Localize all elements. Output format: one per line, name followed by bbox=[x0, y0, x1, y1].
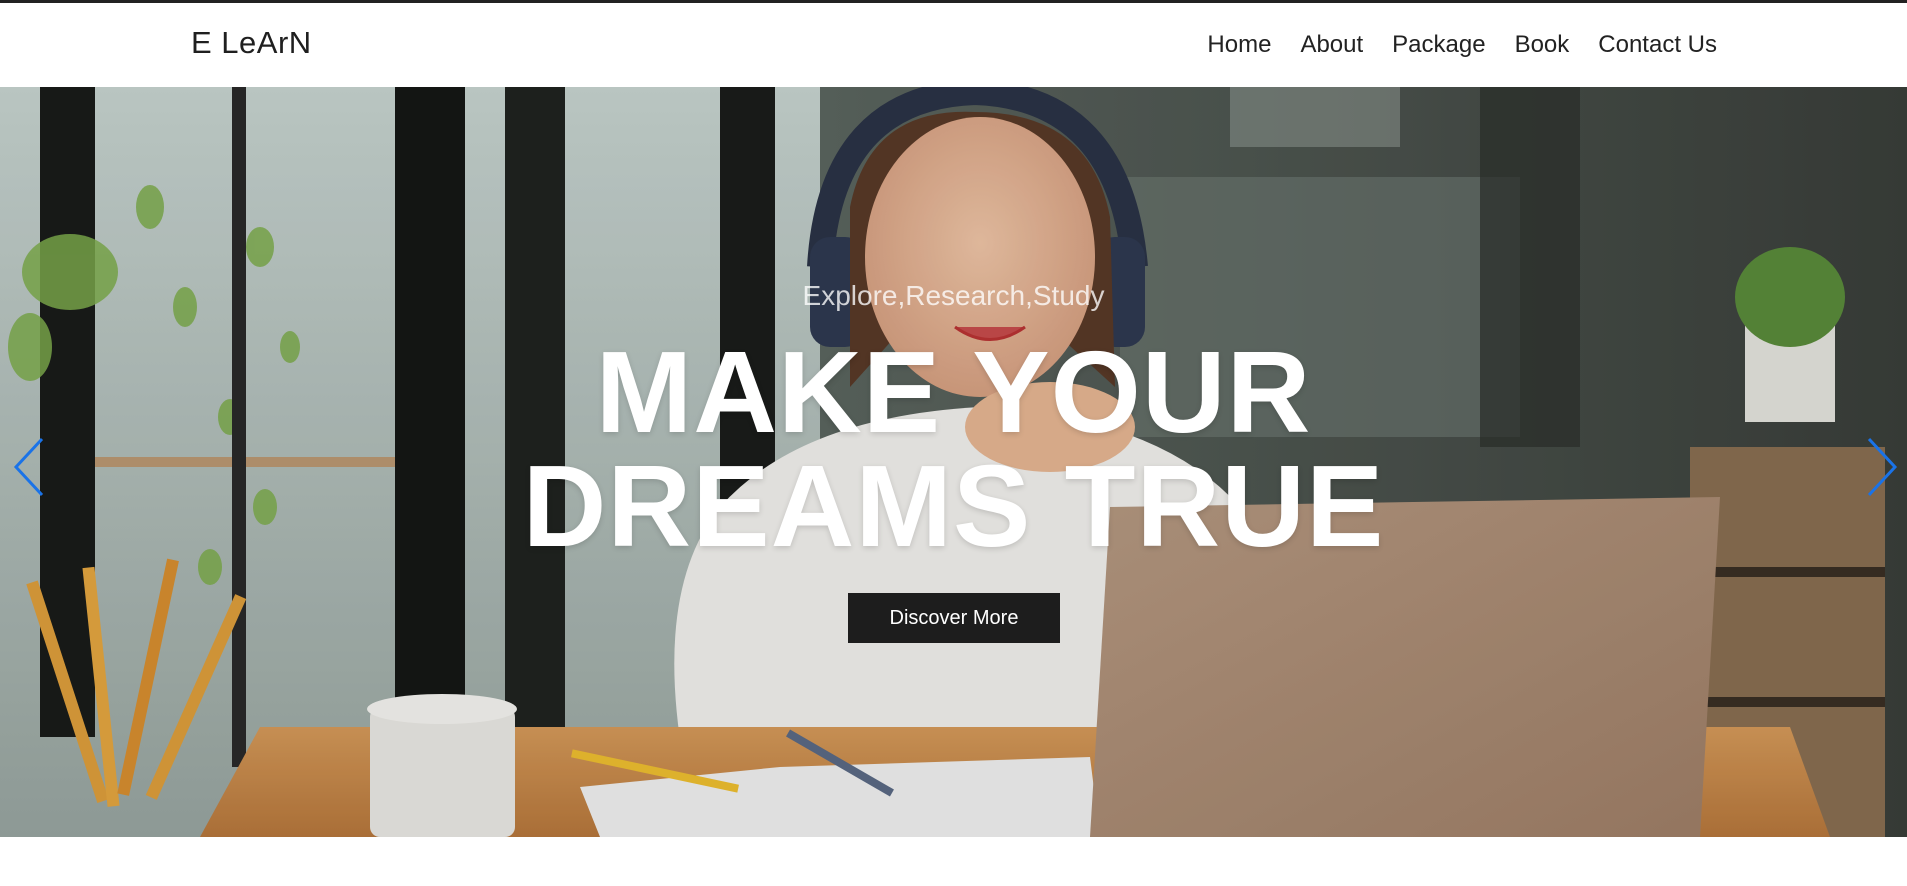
chevron-left-icon bbox=[13, 437, 44, 497]
nav-item-contact-us[interactable]: Contact Us bbox=[1598, 31, 1717, 59]
navbar: E LeArN Home About Package Book Contact … bbox=[0, 3, 1907, 87]
hero-carousel: Explore,Research,Study MAKE YOUR DREAMS … bbox=[0, 87, 1907, 837]
nav-item-book[interactable]: Book bbox=[1515, 31, 1570, 59]
nav-item-about[interactable]: About bbox=[1300, 31, 1363, 59]
hero-headline: MAKE YOUR DREAMS TRUE bbox=[0, 334, 1907, 564]
hero-headline-line2: DREAMS TRUE bbox=[522, 441, 1385, 571]
hero-tagline: Explore,Research,Study bbox=[802, 280, 1105, 311]
carousel-next-button[interactable] bbox=[1861, 435, 1901, 499]
hero-headline-line1: MAKE YOUR bbox=[595, 327, 1312, 457]
nav-menu: Home About Package Book Contact Us bbox=[1178, 31, 1717, 59]
nav-item-home[interactable]: Home bbox=[1207, 31, 1271, 59]
brand-logo[interactable]: E LeArN bbox=[191, 25, 312, 61]
nav-item-package[interactable]: Package bbox=[1392, 31, 1485, 59]
page-bottom bbox=[0, 837, 1907, 886]
carousel-prev-button[interactable] bbox=[10, 435, 50, 499]
chevron-right-icon bbox=[1867, 437, 1898, 497]
discover-more-button[interactable]: Discover More bbox=[848, 593, 1060, 643]
